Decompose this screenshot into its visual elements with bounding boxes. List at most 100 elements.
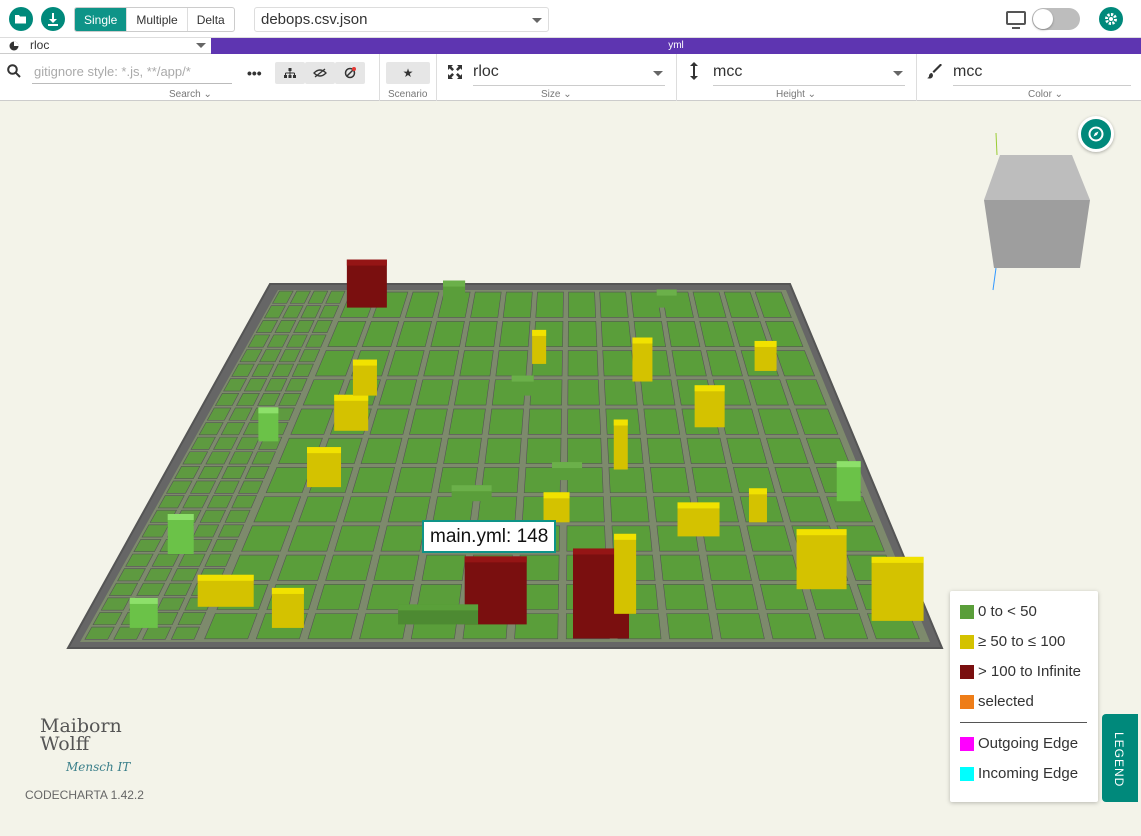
area-metric-value: rloc	[30, 38, 50, 52]
district-tile	[602, 350, 635, 377]
district-tile	[448, 408, 486, 435]
color-metric-select[interactable]: mcc	[953, 60, 1131, 86]
building-roof	[197, 574, 254, 581]
area-metric-select[interactable]: rloc	[0, 38, 211, 54]
district-tile	[746, 525, 792, 552]
search-placeholder: gitignore style: *.js, **/app/*	[34, 64, 191, 79]
height-metric-select[interactable]: mcc	[713, 60, 905, 86]
size-metric-select[interactable]: rloc	[473, 60, 665, 86]
color-panel: mcc Color ⌄	[917, 54, 1141, 101]
scenario-panel: ★ Scenario	[380, 54, 437, 101]
legend-item-selected: selected	[960, 693, 1034, 710]
paint-brush-icon	[927, 64, 942, 79]
building[interactable]	[871, 556, 924, 621]
mode-tab-multiple[interactable]: Multiple	[126, 8, 186, 31]
more-options-icon[interactable]: •••	[247, 65, 262, 81]
search-input[interactable]: gitignore style: *.js, **/app/*	[32, 62, 232, 84]
district-tile	[535, 291, 564, 318]
building-roof	[129, 597, 158, 604]
building-roof	[352, 359, 377, 366]
district-tile	[567, 408, 601, 435]
building-roof	[614, 533, 637, 540]
download-button[interactable]	[41, 7, 65, 31]
search-label: Search ⌄	[169, 89, 212, 100]
legend-swatch	[960, 736, 974, 751]
district-tile	[666, 613, 714, 640]
district-tile	[394, 467, 437, 494]
size-metric-value: rloc	[473, 63, 499, 80]
chevron-down-icon	[893, 71, 903, 76]
legend-item-high: > 100 to Infinite	[960, 663, 1081, 680]
district-tile	[567, 437, 603, 464]
district-tile	[351, 467, 395, 494]
view-cube[interactable]	[984, 132, 1090, 291]
building[interactable]	[796, 529, 847, 590]
building[interactable]	[632, 337, 653, 382]
building[interactable]	[694, 385, 725, 428]
building-roof	[451, 485, 492, 492]
file-select-value: debops.csv.json	[261, 11, 368, 28]
legend-item-outgoing-edge: Outgoing Edge	[960, 735, 1078, 752]
building[interactable]	[613, 419, 628, 470]
mode-tab-delta[interactable]: Delta	[186, 8, 234, 31]
legend-swatch	[960, 664, 974, 679]
tree-view-button[interactable]	[275, 62, 305, 84]
district-tile	[454, 379, 490, 406]
ribbon-bar: gitignore style: *.js, **/app/* ••• Sear…	[0, 54, 1141, 101]
file-extension-bar[interactable]: yml	[211, 38, 1141, 54]
exclude-button[interactable]	[335, 62, 365, 84]
building-roof	[258, 407, 279, 414]
district-tile	[640, 379, 676, 406]
app-version: CODECHARTA 1.42.2	[25, 788, 144, 802]
building[interactable]	[346, 259, 387, 308]
district-tile	[650, 467, 690, 494]
company-tagline: Mensch IT	[66, 760, 131, 774]
district-tile	[380, 525, 426, 552]
building-roof	[552, 462, 583, 469]
district-tile	[706, 554, 752, 581]
building-roof	[271, 587, 304, 594]
district-tile	[527, 408, 562, 435]
district-tile	[566, 496, 605, 523]
top-toolbar: Single Multiple Delta debops.csv.json	[0, 0, 1141, 38]
district-tile	[459, 350, 494, 377]
settings-button[interactable]	[1099, 7, 1123, 31]
legend-item-mid: ≥ 50 to ≤ 100	[960, 633, 1065, 650]
district-tile	[421, 554, 467, 581]
extension-label: yml	[668, 40, 684, 51]
present-mode-toggle[interactable]	[1032, 8, 1080, 30]
district-tile	[484, 437, 522, 464]
building-tooltip: main.yml: 148	[422, 520, 557, 553]
mode-tab-single[interactable]: Single	[75, 8, 127, 31]
building-roof	[511, 375, 534, 382]
scenario-button[interactable]: ★	[386, 62, 430, 84]
district-tile	[659, 554, 704, 581]
legend-item-low: 0 to < 50	[960, 603, 1037, 620]
building-roof	[346, 259, 387, 266]
hide-button[interactable]	[305, 62, 335, 84]
monitor-icon	[1006, 11, 1026, 29]
compass-icon	[1088, 126, 1104, 142]
height-panel: mcc Height ⌄	[677, 54, 917, 101]
block-icon	[344, 67, 356, 79]
hierarchy-icon	[284, 68, 296, 78]
height-metric-value: mcc	[713, 63, 743, 80]
district-tile	[567, 379, 600, 406]
open-file-button[interactable]	[9, 7, 33, 31]
district-tile	[470, 291, 502, 318]
district-tile	[567, 321, 598, 347]
district-tile	[610, 496, 650, 523]
size-panel: rloc Size ⌄	[437, 54, 677, 101]
legend-swatch	[960, 766, 974, 781]
district-tile	[716, 613, 765, 640]
building[interactable]	[614, 533, 637, 614]
reset-camera-button[interactable]	[1078, 116, 1114, 152]
file-select[interactable]: debops.csv.json	[254, 7, 549, 32]
building-roof	[836, 461, 861, 468]
building-roof	[443, 280, 466, 287]
building-roof	[677, 502, 720, 509]
district-tile	[316, 583, 366, 610]
legend-toggle-tab[interactable]: LEGEND	[1102, 714, 1138, 802]
download-icon	[48, 12, 58, 26]
building-roof	[398, 604, 479, 611]
